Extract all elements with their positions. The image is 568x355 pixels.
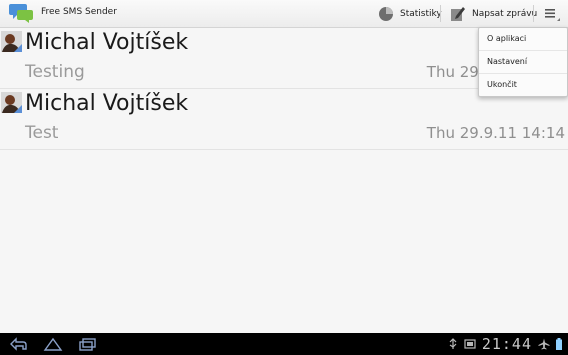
compose-label: Napsat zprávu	[472, 8, 538, 19]
message-text: Test	[25, 123, 59, 143]
overflow-menu-icon[interactable]	[539, 4, 561, 23]
recent-apps-icon[interactable]	[78, 336, 98, 352]
pencil-note-icon	[451, 6, 465, 21]
action-divider	[533, 5, 534, 22]
statistics-button[interactable]: Statistiky	[378, 4, 442, 23]
avatar	[1, 31, 22, 52]
overflow-menu: O aplikaci Nastavení Ukončit	[478, 27, 568, 97]
usb-icon	[449, 338, 457, 349]
home-icon[interactable]	[43, 336, 63, 352]
speech-bubbles-icon[interactable]	[9, 2, 33, 24]
message-text: Testing	[25, 62, 85, 82]
menu-item-exit[interactable]: Ukončit	[479, 74, 567, 96]
notification-icon	[464, 339, 476, 349]
menu-item-about[interactable]: O aplikaci	[479, 28, 567, 51]
contact-name: Michal Vojtíšek	[25, 91, 189, 116]
action-bar: Free SMS Sender Statistiky Napsat zprávu	[0, 0, 568, 28]
compose-button[interactable]: Napsat zprávu	[450, 4, 537, 23]
avatar	[1, 92, 22, 113]
list-item[interactable]: Michal Vojtíšek Test Thu 29.9.11 14:14	[0, 89, 568, 150]
contact-name: Michal Vojtíšek	[25, 30, 189, 55]
back-icon[interactable]	[8, 336, 28, 352]
pie-chart-icon	[379, 6, 393, 21]
system-bar: 21:44	[0, 333, 568, 355]
action-divider	[440, 5, 441, 22]
clock: 21:44	[481, 335, 532, 353]
app-title: Free SMS Sender	[41, 7, 117, 17]
status-area[interactable]: 21:44	[442, 335, 562, 353]
statistics-label: Statistiky	[400, 8, 442, 19]
menu-item-settings[interactable]: Nastavení	[479, 51, 567, 74]
message-date: Thu 29.9.11 14:14	[426, 124, 565, 142]
battery-icon	[556, 338, 562, 350]
airplane-icon	[538, 338, 550, 350]
